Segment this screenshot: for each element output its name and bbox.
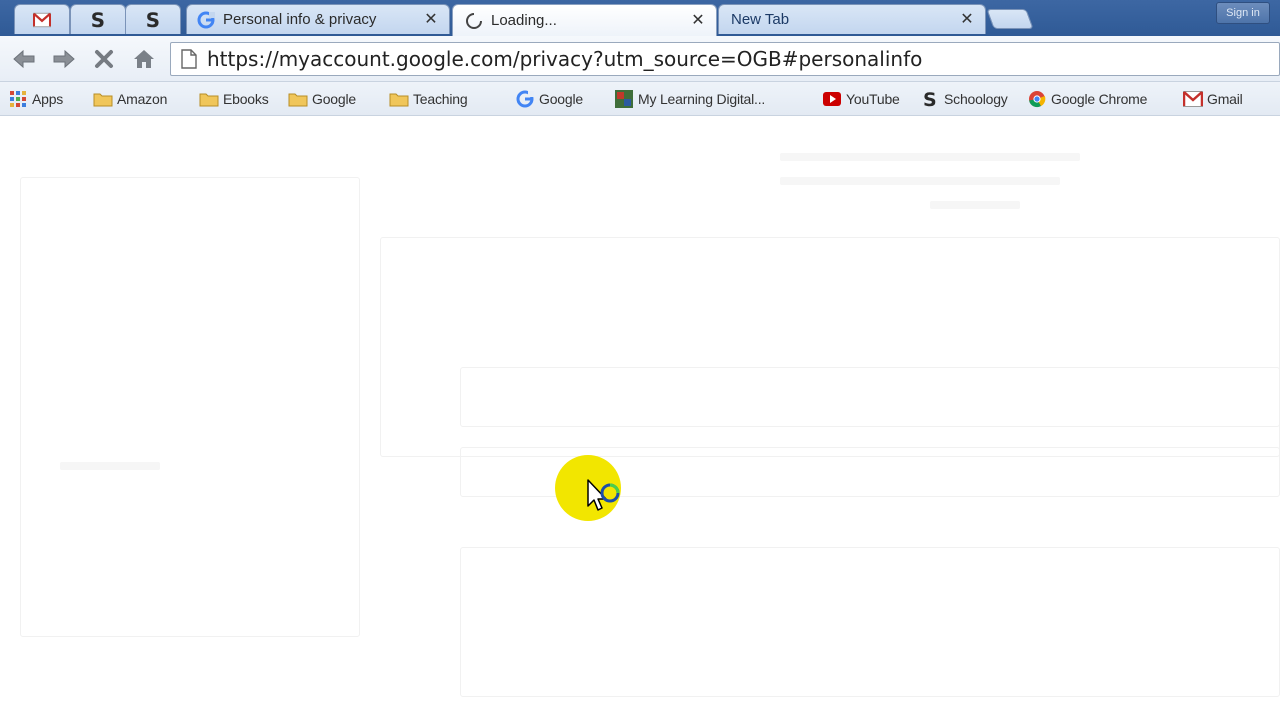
s-logo-icon: S [89,9,107,31]
bookmark-label: Ebooks [223,91,269,107]
tab-pinned-s-2[interactable]: S [125,4,181,34]
toolbar: https://myaccount.google.com/privacy?utm… [0,36,1280,82]
tab-title: Personal info & privacy [223,11,377,28]
site-icon [614,89,634,109]
loading-spinner-icon [465,12,483,30]
signin-button[interactable]: Sign in [1216,2,1270,24]
svg-text:S: S [923,89,937,109]
svg-text:S: S [146,9,160,31]
bookmark-amazon[interactable]: Amazon [93,87,167,111]
bookmark-label: Google [312,91,356,107]
bookmark-google-chrome[interactable]: Google Chrome [1027,87,1147,111]
bookmark-apps[interactable]: Apps [8,87,63,111]
gmail-icon [33,11,51,29]
tab-personal-info[interactable]: Personal info & privacy ✕ [186,4,450,34]
ghost-row [460,367,1280,427]
bookmark-ebooks[interactable]: Ebooks [199,87,269,111]
close-icon[interactable]: ✕ [423,11,439,28]
url-text: https://myaccount.google.com/privacy?utm… [207,47,923,71]
bookmark-gmail[interactable]: Gmail [1183,87,1243,111]
tab-title: Loading... [491,12,557,29]
ghost-line [780,177,1060,185]
ghost-line [780,153,1080,161]
bookmark-my-learning[interactable]: My Learning Digital... [614,87,765,111]
tab-pinned-gmail[interactable] [14,4,70,34]
ghost-sidebar [20,177,360,637]
tab-new-tab[interactable]: New Tab ✕ [718,4,986,34]
bookmarks-bar: Apps Amazon Ebooks Google Teaching Googl… [0,82,1280,116]
chrome-icon [1027,89,1047,109]
page-content-loading [0,117,1280,720]
svg-text:S: S [91,9,105,31]
apps-grid-icon [8,89,28,109]
bookmark-label: Google [539,91,583,107]
back-button[interactable] [9,45,39,73]
bookmark-label: Schoology [944,91,1008,107]
bookmark-google-folder[interactable]: Google [288,87,356,111]
google-icon [197,11,215,29]
bookmark-label: Teaching [413,91,468,107]
folder-icon [199,89,219,109]
s-logo-icon: S [920,89,940,109]
bookmark-teaching[interactable]: Teaching [389,87,468,111]
busy-cursor-icon [587,479,620,511]
forward-arrow-icon [53,49,75,69]
s-logo-icon: S [144,9,162,31]
ghost-line [930,201,1020,209]
back-arrow-icon [13,49,35,69]
folder-icon [389,89,409,109]
tab-pinned-s[interactable]: S [70,4,126,34]
tab-strip: S S Personal info & privacy ✕ Loading...… [0,0,1280,36]
close-icon[interactable]: ✕ [959,11,975,28]
tab-loading[interactable]: Loading... ✕ [452,4,717,36]
close-icon[interactable]: ✕ [690,12,706,29]
bookmark-label: YouTube [846,91,900,107]
bookmark-label: My Learning Digital... [638,91,766,107]
ghost-line [60,462,160,470]
bookmark-youtube[interactable]: YouTube [822,87,900,111]
home-button[interactable] [129,45,159,73]
bookmark-label: Apps [32,91,64,107]
bookmark-schoology[interactable]: S Schoology [920,87,1008,111]
bookmark-label: Google Chrome [1051,91,1148,107]
ghost-panel [460,547,1280,697]
forward-button[interactable] [49,45,79,73]
stop-button[interactable] [89,45,119,73]
bookmark-google[interactable]: Google [515,87,583,111]
bookmark-label: Gmail [1207,91,1243,107]
page-icon [181,49,197,69]
gmail-icon [1183,89,1203,109]
home-icon [134,50,154,68]
omnibox[interactable]: https://myaccount.google.com/privacy?utm… [170,42,1280,76]
youtube-icon [822,89,842,109]
new-tab-button[interactable] [986,9,1034,29]
tab-title: New Tab [731,11,790,28]
bookmark-label: Amazon [117,91,168,107]
folder-icon [93,89,113,109]
folder-icon [288,89,308,109]
google-icon [515,89,535,109]
stop-icon [95,50,113,68]
